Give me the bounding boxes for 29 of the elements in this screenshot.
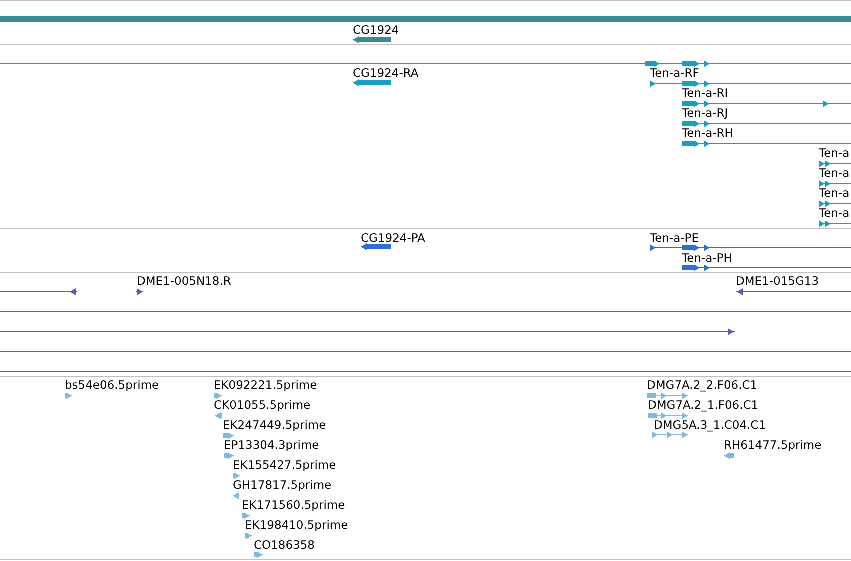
feature-label: Ten-a-PH [682,252,732,265]
feature-label: RH61477.5prime [724,439,822,452]
feature-label: Ten-a [819,187,850,200]
feature-label: EK092221.5prime [214,379,318,392]
feature-label: CO186358 [254,539,315,552]
feature-label: EP13304.3prime [224,439,320,452]
feature-label: DME1-005N18.R [137,275,232,288]
feature-label: Ten-a-RH [682,127,734,140]
feature-label: DMG7A.2_2.F06.C1 [647,379,758,392]
feature-label: DMG7A.2_1.F06.C1 [648,399,759,412]
feature-label: Ten-a-RI [682,87,728,100]
feature-label: bs54e06.5prime [65,379,160,392]
feature-label: DMG5A.3_1.C04.C1 [654,419,766,432]
feature-label: DME1-015G13 [736,275,820,288]
feature-label: CG1924 [353,24,400,37]
feature-label: CK01055.5prime [214,399,311,412]
feature-label: Ten-a [819,207,850,220]
feature-label: GH17817.5prime [233,479,332,492]
feature-label: Ten-a-RJ [682,107,728,120]
feature-label: EK171560.5prime [242,499,346,512]
feature-label: CG1924-RA [353,67,419,80]
feature-label: EK247449.5prime [223,419,326,432]
feature-label: EK198410.5prime [245,519,348,532]
feature-label: Ten-a [819,147,850,160]
feature-label: Ten-a [819,167,850,180]
feature-label: EK155427.5prime [233,459,336,472]
feature-label: CG1924-PA [361,232,426,245]
feature-label: Ten-a-PE [650,232,699,245]
feature-label: Ten-a-RF [650,67,700,80]
